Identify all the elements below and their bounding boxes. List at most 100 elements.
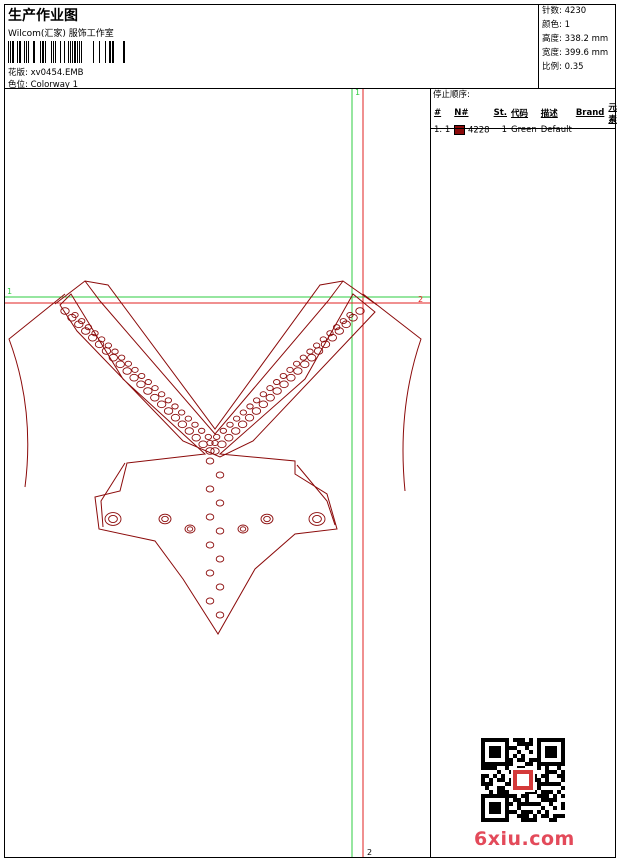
scallop-loop xyxy=(118,354,126,361)
scallop-loop xyxy=(251,407,262,415)
qr-module xyxy=(557,774,561,778)
guide-label-v-top: 1 xyxy=(355,89,360,97)
barcode-bar xyxy=(68,41,69,63)
qr-module xyxy=(561,778,565,782)
scallop-loop xyxy=(136,380,146,389)
stat-stitches: 针数: 4230 xyxy=(539,4,616,18)
col-needle: N# xyxy=(454,108,469,118)
qr-module xyxy=(545,782,549,786)
qr-module xyxy=(537,766,541,770)
qr-module xyxy=(517,798,521,802)
scallop-loop xyxy=(279,372,287,379)
barcode-bar xyxy=(12,41,14,63)
stop-sequence-title: 停止顺序: xyxy=(433,90,470,100)
qr-module xyxy=(505,782,509,786)
qr-module xyxy=(485,766,489,770)
scallop-loop xyxy=(104,512,122,526)
qr-module xyxy=(553,798,557,802)
barcode-bar xyxy=(55,41,56,63)
scallop-loop xyxy=(286,373,296,382)
barcode-bar xyxy=(112,41,114,63)
scallop-loop xyxy=(158,391,166,398)
qr-module xyxy=(549,790,553,794)
qr-module xyxy=(513,794,517,798)
qr-module xyxy=(509,810,513,814)
barcode-bar xyxy=(17,41,18,63)
scallop-loop xyxy=(205,457,215,465)
qr-module xyxy=(501,786,505,790)
collar-inner-line xyxy=(84,280,344,435)
qr-module xyxy=(541,794,545,798)
qr-module xyxy=(485,782,489,786)
qr-module xyxy=(517,750,521,754)
stat-value: 4230 xyxy=(564,6,587,16)
right-wing-detail xyxy=(296,464,336,526)
qr-module xyxy=(529,750,533,754)
qr-module xyxy=(529,810,533,814)
barcode-bar xyxy=(42,41,44,63)
qr-module xyxy=(489,766,493,770)
row-brand-value: Default xyxy=(540,125,572,136)
scallop-loop xyxy=(306,348,314,355)
barcode-bar xyxy=(40,41,41,63)
barcode-bar xyxy=(8,41,9,63)
scallop-pattern xyxy=(60,307,365,619)
qr-module xyxy=(557,790,561,794)
table-bottom-rule xyxy=(431,128,616,129)
scallop-loop xyxy=(143,387,153,395)
qr-module xyxy=(517,806,521,810)
scallop-loop xyxy=(138,372,146,379)
qr-module xyxy=(525,742,529,746)
scallop-loop xyxy=(215,527,225,535)
qr-module xyxy=(505,766,509,770)
scallop-loop xyxy=(163,407,174,415)
qr-module xyxy=(545,778,549,782)
neckline-design xyxy=(8,280,422,635)
stat-width: 宽度: 399.6 mm xyxy=(539,46,616,60)
scallop-loop xyxy=(265,393,275,402)
scallop-loop xyxy=(237,524,249,534)
scallop-loop xyxy=(224,433,234,442)
scallop-loop xyxy=(157,400,167,409)
qr-module xyxy=(545,810,549,814)
col-brand: Brand xyxy=(575,108,605,118)
qr-module xyxy=(513,738,517,742)
qr-module xyxy=(545,814,549,818)
qr-module xyxy=(509,746,513,750)
qr-module xyxy=(537,782,541,786)
qr-module xyxy=(521,802,525,806)
stat-height: 高度: 338.2 mm xyxy=(539,32,616,46)
color-swatch xyxy=(454,125,466,135)
qr-module xyxy=(501,778,505,782)
scallop-loop xyxy=(300,360,310,369)
qr-code-image xyxy=(481,738,565,822)
scallop-loop xyxy=(258,400,268,409)
qr-module xyxy=(545,746,557,758)
qr-module xyxy=(545,794,549,798)
scallop-loop xyxy=(186,526,194,532)
qr-module xyxy=(481,766,485,770)
header-info: 生产作业图 Wilcom(汇家) 服饰工作室 花版: xv0454.EMB 色位… xyxy=(5,5,538,90)
left-wing-detail xyxy=(100,462,126,528)
scallop-loop xyxy=(161,515,169,523)
qr-module xyxy=(545,766,549,770)
qr-module xyxy=(497,778,501,782)
scallop-loop xyxy=(215,583,225,591)
scallop-loop xyxy=(115,360,125,369)
scallop-loop xyxy=(213,433,221,440)
scallop-loop xyxy=(144,379,152,386)
scallop-loop xyxy=(204,433,212,440)
scallop-loop xyxy=(205,569,215,577)
qr-module xyxy=(537,786,541,790)
qr-module xyxy=(525,798,529,802)
qr-module xyxy=(481,774,485,778)
qr-module xyxy=(553,806,557,810)
qr-module xyxy=(525,814,529,818)
qr-module xyxy=(513,810,517,814)
scallop-loop xyxy=(151,385,159,392)
barcode-bar xyxy=(26,41,27,63)
qr-module xyxy=(513,754,517,758)
scallop-loop xyxy=(308,512,326,526)
qr-module xyxy=(561,794,565,798)
row-stitches-value: 4228 xyxy=(467,125,490,136)
